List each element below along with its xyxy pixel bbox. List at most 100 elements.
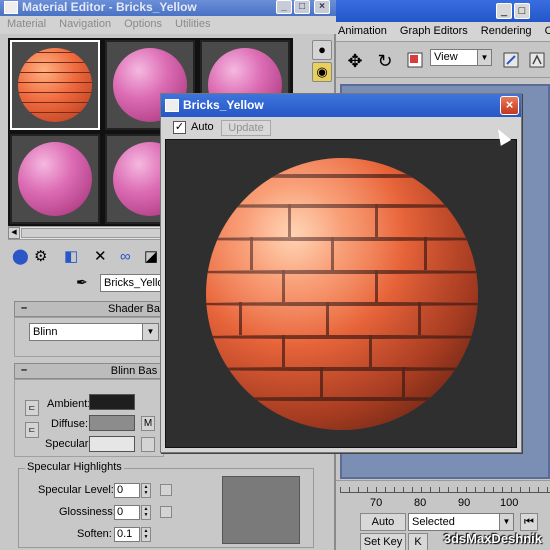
brick-sphere-render [206, 158, 478, 430]
menu-animation[interactable]: Animation [330, 22, 392, 37]
glossiness-value[interactable]: 0 [114, 505, 140, 520]
specular-level-spinner[interactable]: 0 ▲ ▼ [114, 483, 152, 498]
magnify-window: Bricks_Yellow × ✓ Auto Update [160, 93, 522, 453]
go-to-start-icon[interactable]: ⏮ [520, 513, 538, 531]
chevron-down-icon: ▼ [142, 324, 158, 340]
move-icon[interactable]: ✥ [344, 50, 366, 72]
backlight-icon[interactable]: ◉ [312, 62, 332, 82]
glossiness-spinner[interactable]: 0 ▲ ▼ [114, 505, 152, 520]
menu-customize[interactable]: Custo [537, 22, 550, 37]
sphere-shading [206, 158, 478, 430]
menu-options[interactable]: Options [117, 16, 168, 30]
menu-rendering[interactable]: Rendering [473, 22, 537, 37]
specular-map-button[interactable] [141, 437, 155, 452]
auto-key-button[interactable]: Auto Key [360, 513, 406, 544]
scrollbar-thumb[interactable] [21, 228, 161, 238]
ambient-label: Ambient: [47, 398, 91, 410]
shader-type-select[interactable]: Blinn ▼ [29, 323, 159, 341]
auto-checkbox[interactable]: ✓ [173, 121, 186, 134]
glossiness-label: Glossiness: [59, 506, 116, 518]
put-to-library-icon[interactable]: ◪ [144, 248, 158, 266]
view-select-value: View [434, 51, 458, 63]
brick-sphere-preview [18, 48, 92, 122]
ruler-label: 80 [414, 497, 427, 509]
blinn-rollout-title: Blinn Bas [110, 365, 158, 377]
spinner-arrows-icon[interactable]: ▲ ▼ [141, 505, 151, 520]
chevron-down-icon: ▼ [477, 50, 491, 65]
snap-icon[interactable] [526, 50, 548, 72]
reference-coordinate-select[interactable]: View ▼ [430, 49, 492, 66]
put-to-scene-icon[interactable]: ⚙ [34, 248, 47, 266]
sample-slot-1[interactable] [10, 40, 100, 130]
ruler-label: 70 [370, 497, 383, 509]
specular-label: Specular: [45, 438, 92, 450]
specular-level-map-button[interactable] [160, 484, 172, 496]
specular-level-value[interactable]: 0 [114, 483, 140, 498]
soften-label: Soften: [77, 528, 112, 540]
pivot-icon[interactable] [500, 50, 522, 72]
maximize-icon[interactable]: □ [294, 0, 310, 14]
delete-icon[interactable]: ✕ [94, 248, 107, 266]
ambient-color-swatch[interactable] [89, 394, 135, 410]
menu-navigation[interactable]: Navigation [52, 16, 117, 30]
magnify-title: Bricks_Yellow [183, 98, 264, 112]
key-filter-value: Selected [412, 516, 455, 528]
specular-level-label: Specular Level: [38, 484, 114, 496]
menu-material[interactable]: Material [0, 16, 52, 30]
diffuse-map-button[interactable]: M [141, 416, 155, 431]
shader-rollout-title: Shader Ba [108, 303, 160, 315]
key-filter-select[interactable]: Selected ▼ [408, 513, 514, 531]
shader-rollout-header[interactable]: – Shader Ba [14, 301, 164, 317]
ruler-label: 100 [500, 497, 519, 509]
lock-icon[interactable]: ⊏ [25, 400, 39, 416]
minimize-icon[interactable]: _ [276, 0, 292, 14]
specular-color-swatch[interactable] [89, 436, 135, 452]
sphere-preview [18, 142, 92, 216]
update-button[interactable]: Update [221, 120, 271, 136]
blinn-rollout-header[interactable]: – Blinn Bas [14, 363, 164, 379]
blinn-panel: ⊏ ⊏ Ambient: Diffuse: M Specular: [14, 379, 164, 457]
scale-icon[interactable] [404, 50, 426, 72]
chevron-down-icon: ▼ [499, 514, 513, 530]
shader-panel: Blinn ▼ [14, 317, 164, 357]
close-icon[interactable]: × [314, 0, 330, 14]
set-key-button[interactable]: Set Key [360, 533, 406, 550]
highlight-curve-preview [222, 476, 300, 544]
diffuse-color-swatch[interactable] [89, 415, 135, 431]
soften-spinner[interactable]: 0.1 ▲ ▼ [114, 527, 152, 542]
max-main-toolbar: ✥ ↻ View ▼ [330, 42, 550, 78]
sample-type-icon[interactable]: ● [312, 40, 332, 60]
glossiness-map-button[interactable] [160, 506, 172, 518]
menu-graph-editors[interactable]: Graph Editors [392, 22, 473, 37]
eyedropper-icon[interactable]: ✒ [76, 274, 88, 291]
timeline-ruler[interactable]: 70 80 90 100 [330, 480, 550, 510]
make-unique-icon[interactable]: ∞ [120, 248, 131, 266]
diffuse-label: Diffuse: [51, 418, 89, 430]
app-icon [4, 1, 18, 14]
material-editor-menubar: Material Navigation Options Utilities [0, 16, 336, 34]
spinner-arrows-icon[interactable]: ▲ ▼ [141, 483, 151, 498]
shader-type-value: Blinn [33, 326, 58, 338]
magnified-preview [165, 139, 517, 448]
app-icon [165, 99, 179, 112]
ruler-label: 90 [458, 497, 471, 509]
rotate-icon[interactable]: ↻ [374, 50, 396, 72]
sample-slot-4[interactable] [10, 134, 100, 224]
key-filters-button[interactable]: K [408, 533, 428, 550]
spinner-arrows-icon[interactable]: ▲ ▼ [141, 527, 151, 542]
watermark: 3dsMaxDeshnik [443, 531, 542, 546]
menu-utilities[interactable]: Utilities [168, 16, 216, 30]
lock-icon[interactable]: ⊏ [25, 422, 39, 438]
close-icon[interactable]: × [500, 96, 519, 115]
material-editor-title: Material Editor - Bricks_Yellow [22, 0, 197, 14]
maximize-icon[interactable]: □ [514, 3, 530, 19]
max-menubar: AnimationGraph EditorsRenderingCusto [330, 22, 550, 42]
soften-value[interactable]: 0.1 [114, 527, 140, 542]
get-material-icon[interactable]: ⬤ [12, 248, 29, 266]
scroll-left-icon[interactable]: ◀ [8, 227, 20, 239]
ruler-ticks [340, 487, 550, 493]
minimize-icon[interactable]: _ [496, 3, 512, 19]
assign-material-icon[interactable]: ◧ [64, 248, 78, 266]
magnify-title-bar[interactable]: Bricks_Yellow × [161, 94, 521, 117]
material-editor-title-bar: Material Editor - Bricks_Yellow _ □ × [0, 0, 336, 16]
